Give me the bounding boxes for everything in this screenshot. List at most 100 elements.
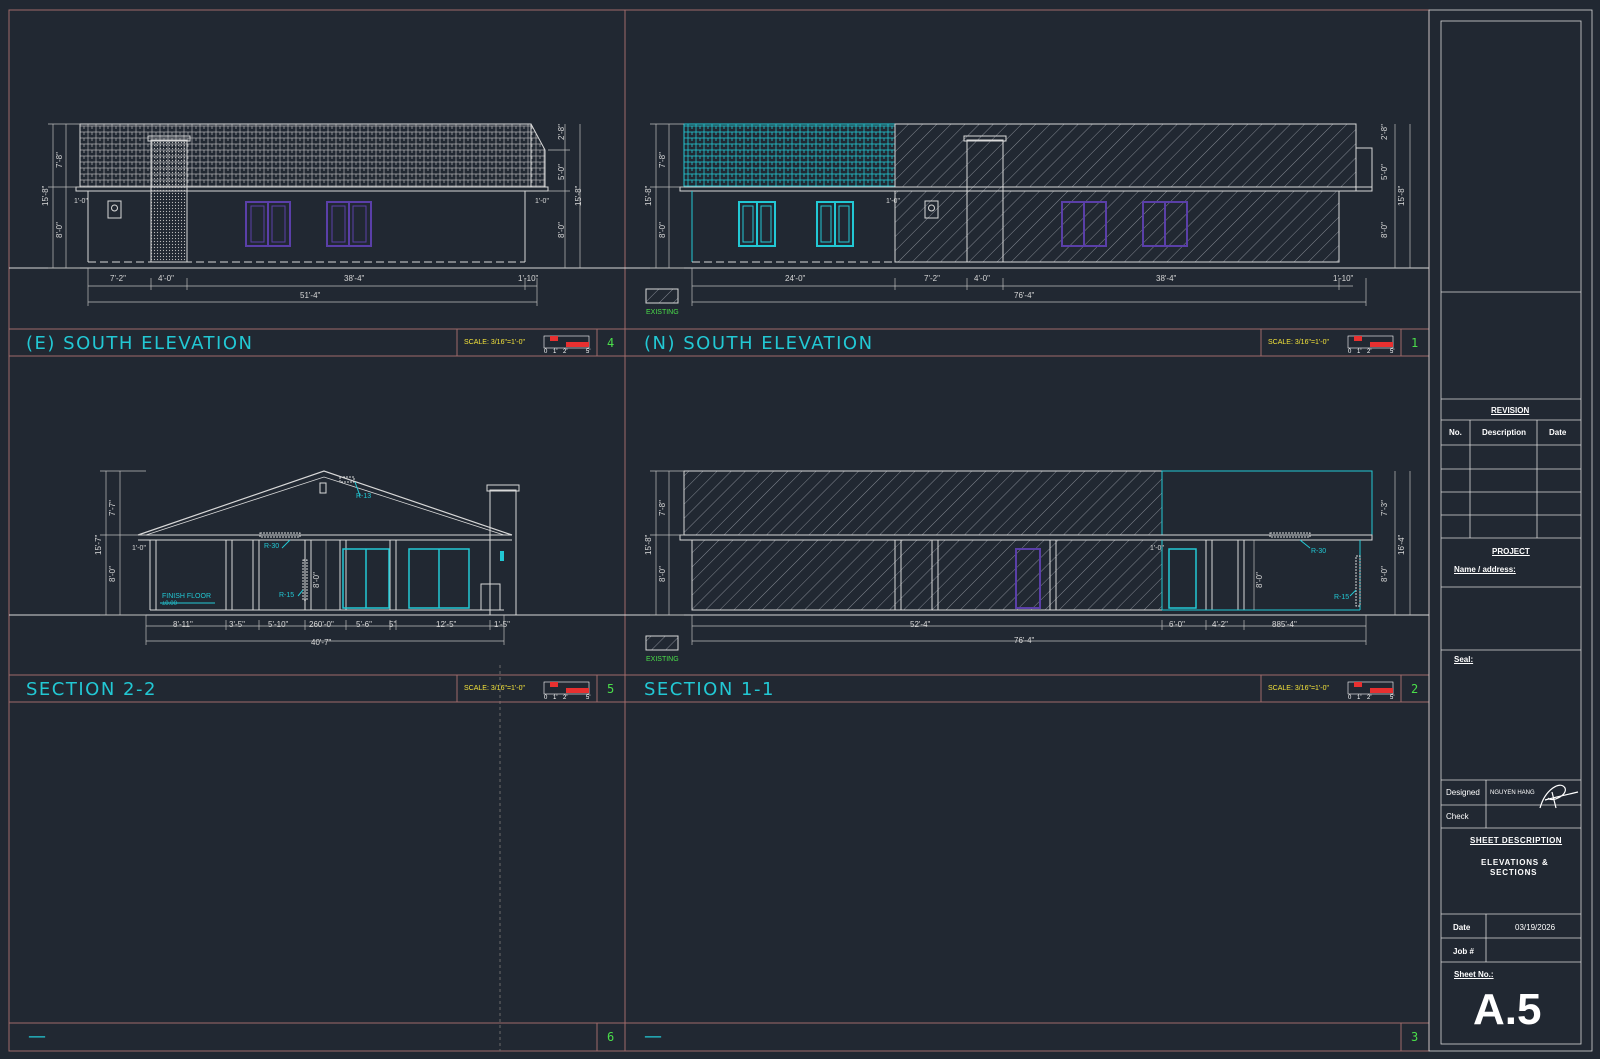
scale-tick-label: 2' [563,349,568,355]
view-title-blank-6: — [28,1026,48,1047]
view-title-e-south: (E) SOUTH ELEVATION [26,333,254,354]
scale-label: SCALE: 3/16"=1'-0" [1268,685,1329,692]
dimension-label: 4'-0" [974,274,990,283]
dimension-label: 7'-7" [108,500,117,516]
sheet-number-label: Sheet No.: [1454,970,1494,979]
scale-bar-2 [1347,681,1394,695]
dimension-label: 7'-8" [658,152,667,168]
dimension-label: 4'-0" [158,274,174,283]
dimension-label: 1'-10" [1333,274,1354,283]
revision-col-date: Date [1549,428,1567,437]
date-value: 03/19/2026 [1515,923,1556,932]
sheet-description-line2: SECTIONS [1490,868,1538,877]
dimension-label: FINISH FLOOR [162,593,212,600]
dimension-label: 24'-0" [785,274,806,283]
dimension-label: 1'-10" [518,274,539,283]
dimension-label: 8'-0" [1380,566,1389,582]
scale-tick-label: 1' [1357,695,1362,701]
view-title-blank-3: — [644,1026,664,1047]
revision-col-description: Description [1482,428,1527,437]
dimension-label: 1'-0" [132,545,146,552]
dimension-label: 8'-0" [1380,222,1389,238]
dimension-label: 3'-5" [229,620,245,629]
dimension-label: R-30 [264,543,280,550]
scale-label: SCALE: 3/16"=1'-0" [1268,339,1329,346]
dimension-label: 5'-0" [557,164,566,180]
dimension-label: 38'-4" [344,274,365,283]
dimension-label: 76'-4" [1014,636,1035,645]
dimension-label: ±0.00 [162,601,177,607]
dimension-label: 5'-6" [356,620,372,629]
designer-signature [1539,784,1579,809]
n-south-elevation-drawing [625,123,1429,306]
dimension-label: 1'-0" [74,198,88,205]
dimension-label: 1'-0" [535,198,549,205]
dimension-label: 7'-3" [1380,500,1389,516]
scale-tick-label: 0 [544,695,548,701]
project-name-label: Name / address: [1454,565,1516,574]
seal-label: Seal: [1454,655,1474,664]
dimension-label: 51'-4" [300,291,321,300]
scale-tick-label: 2' [1367,695,1372,701]
view-number-3: 3 [1411,1030,1419,1044]
dimension-label: 15'-8" [644,185,653,206]
view-title-section-1-1: SECTION 1-1 [644,679,775,700]
existing-legend-label: EXISTING [646,656,679,663]
section-2-2-drawing [9,470,625,645]
scale-tick-label: 0 [1348,695,1352,701]
dimension-label: 5" [389,620,397,629]
view-number-5: 5 [607,682,615,696]
dimension-label: 8'-0" [108,566,117,582]
dimension-label: 76'-4" [1014,291,1035,300]
revision-col-no: No. [1449,428,1462,437]
date-label: Date [1453,923,1471,932]
dimension-label: 15'-8" [1397,185,1406,206]
dimension-label: 15'-8" [41,185,50,206]
designed-value: NGUYEN HANG [1490,790,1535,796]
dimension-label: 40'-7" [311,638,332,647]
dimension-label: 5'-0" [1380,164,1389,180]
dimension-label: 1'-5" [494,620,510,629]
dimension-label: 15'-7" [94,534,103,555]
dimension-label: 8'-0" [658,566,667,582]
dimension-label: 7'-8" [658,500,667,516]
scale-bar-4 [543,335,590,349]
drawing-sheet [8,9,1593,1052]
dimension-label: 12'-5" [436,620,457,629]
section-1-1-drawing [625,470,1429,651]
dimension-label: 8'-0" [1255,572,1264,588]
dimension-label: R-30 [1311,548,1327,555]
view-number-2: 2 [1411,682,1419,696]
dimension-label: 8'-0" [55,222,64,238]
scale-tick-label: 0 [1348,349,1352,355]
dimension-label: 2'-8" [557,124,566,140]
sheet-number: A.5 [1473,985,1542,1034]
scale-tick-label: 1' [553,349,558,355]
dimension-label: 38'-4" [1156,274,1177,283]
scale-tick-label: 5' [1390,349,1395,355]
dimension-label: R-13 [356,493,372,500]
scale-label: SCALE: 3/16"=1'-0" [464,339,525,346]
job-number-label: Job # [1453,947,1474,956]
check-label: Check [1446,812,1469,821]
existing-legend-label: EXISTING [646,309,679,316]
dimension-label: 8'-11" [173,620,193,629]
dimension-label: 7'-2" [110,274,126,283]
existing-legend-swatch [645,288,679,304]
dimension-label: 15'-8" [574,185,583,206]
scale-tick-label: 5' [586,695,591,701]
dimension-label: 8'-0" [658,222,667,238]
dimension-label: 8'-0" [312,572,321,588]
project-heading: PROJECT [1492,547,1530,556]
dimension-label: 2'-8" [1380,124,1389,140]
title-block-frame [1428,9,1593,1052]
existing-legend-swatch [645,635,679,651]
dimension-label: 260'-0" [309,620,334,629]
dimension-label: 5'-10" [268,620,289,629]
scale-tick-label: 0 [544,349,548,355]
sheet-description-heading: SHEET DESCRIPTION [1470,836,1563,845]
view-number-4: 4 [607,336,615,350]
scale-tick-label: 2' [1367,349,1372,355]
dimension-label: 15'-8" [644,534,653,555]
dimension-label: 7'-2" [924,274,940,283]
